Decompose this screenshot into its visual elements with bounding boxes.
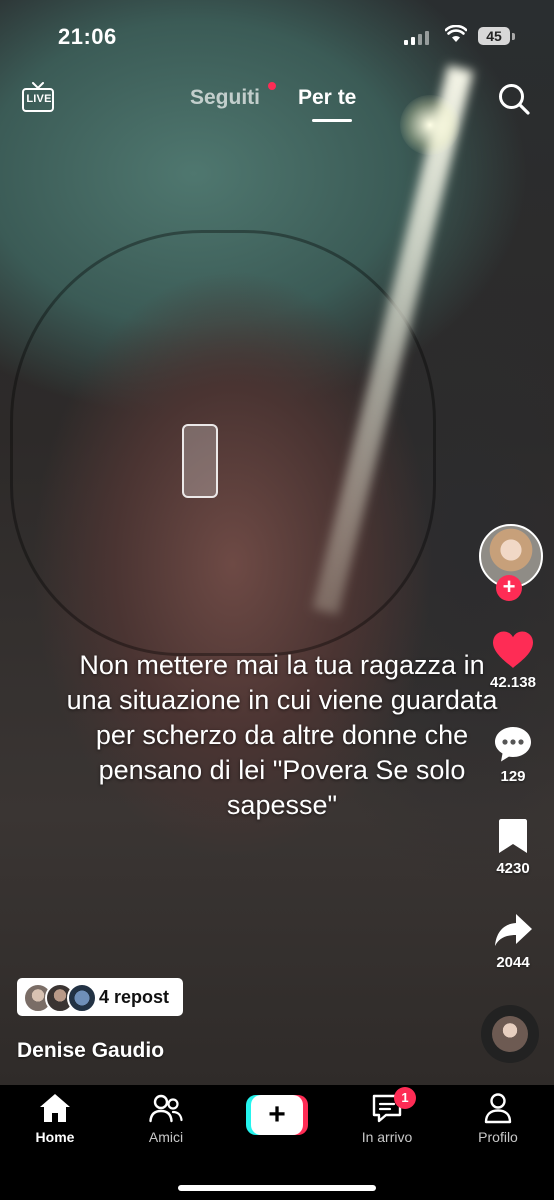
share-button[interactable]: 2044 — [478, 910, 548, 971]
nav-label: Profilo — [478, 1129, 518, 1145]
street-light — [400, 95, 460, 155]
nav-label: Home — [35, 1129, 75, 1145]
search-button[interactable] — [497, 82, 531, 116]
follow-plus-icon[interactable]: + — [496, 575, 522, 601]
nav-label: In arrivo — [361, 1129, 413, 1145]
live-button[interactable]: LIVE — [22, 82, 58, 116]
new-content-dot — [268, 82, 276, 90]
nav-label: Amici — [148, 1129, 184, 1145]
tab-for-you[interactable]: Per te — [298, 86, 356, 110]
phone-reflection — [182, 424, 218, 498]
plus-icon: + — [251, 1095, 303, 1135]
battery-tip — [512, 33, 515, 40]
nav-inbox[interactable]: 1 In arrivo — [342, 1087, 432, 1145]
bookmark-count: 4230 — [496, 860, 530, 877]
video-caption: Non mettere mai la tua ragazza in una si… — [66, 650, 498, 820]
nav-home[interactable]: Home — [10, 1091, 100, 1145]
profile-icon — [484, 1093, 512, 1124]
search-icon — [499, 84, 530, 115]
repost-pill[interactable]: 4 repost — [17, 978, 183, 1016]
home-indicator[interactable] — [178, 1185, 376, 1191]
bookmark-button[interactable]: 4230 — [478, 816, 548, 877]
video-player[interactable] — [0, 0, 554, 1085]
inbox-badge: 1 — [394, 1087, 416, 1109]
nav-profile[interactable]: Profilo — [453, 1091, 543, 1145]
live-label: LIVE — [26, 93, 52, 105]
share-arrow-icon — [495, 914, 532, 946]
battery-indicator: 45 — [478, 27, 510, 45]
bottom-nav: Home Amici + 1 In arrivo Profilo — [0, 1085, 554, 1200]
active-tab-indicator — [312, 119, 352, 122]
creator-avatar-button[interactable]: + — [479, 524, 543, 601]
author-name[interactable]: Denise Gaudio — [17, 1039, 164, 1063]
music-disc[interactable] — [481, 1005, 539, 1063]
tiktok-screen: 21:06 45 LIVE Seguiti Per te + 42.138 12… — [0, 0, 554, 1200]
repost-label: 4 repost — [99, 986, 170, 1007]
repost-avatars — [23, 982, 99, 1013]
signal-icon — [404, 29, 429, 45]
status-time: 21:06 — [58, 24, 117, 49]
wifi-icon — [445, 25, 467, 42]
tab-following[interactable]: Seguiti — [190, 86, 260, 110]
friends-icon — [149, 1094, 183, 1123]
avatar — [67, 983, 97, 1013]
music-disc-cover — [492, 1016, 528, 1052]
home-icon — [40, 1094, 70, 1122]
share-count: 2044 — [496, 954, 530, 971]
create-button[interactable]: + — [246, 1095, 308, 1135]
status-bar: 21:06 45 — [0, 0, 554, 64]
nav-friends[interactable]: Amici — [121, 1091, 211, 1145]
